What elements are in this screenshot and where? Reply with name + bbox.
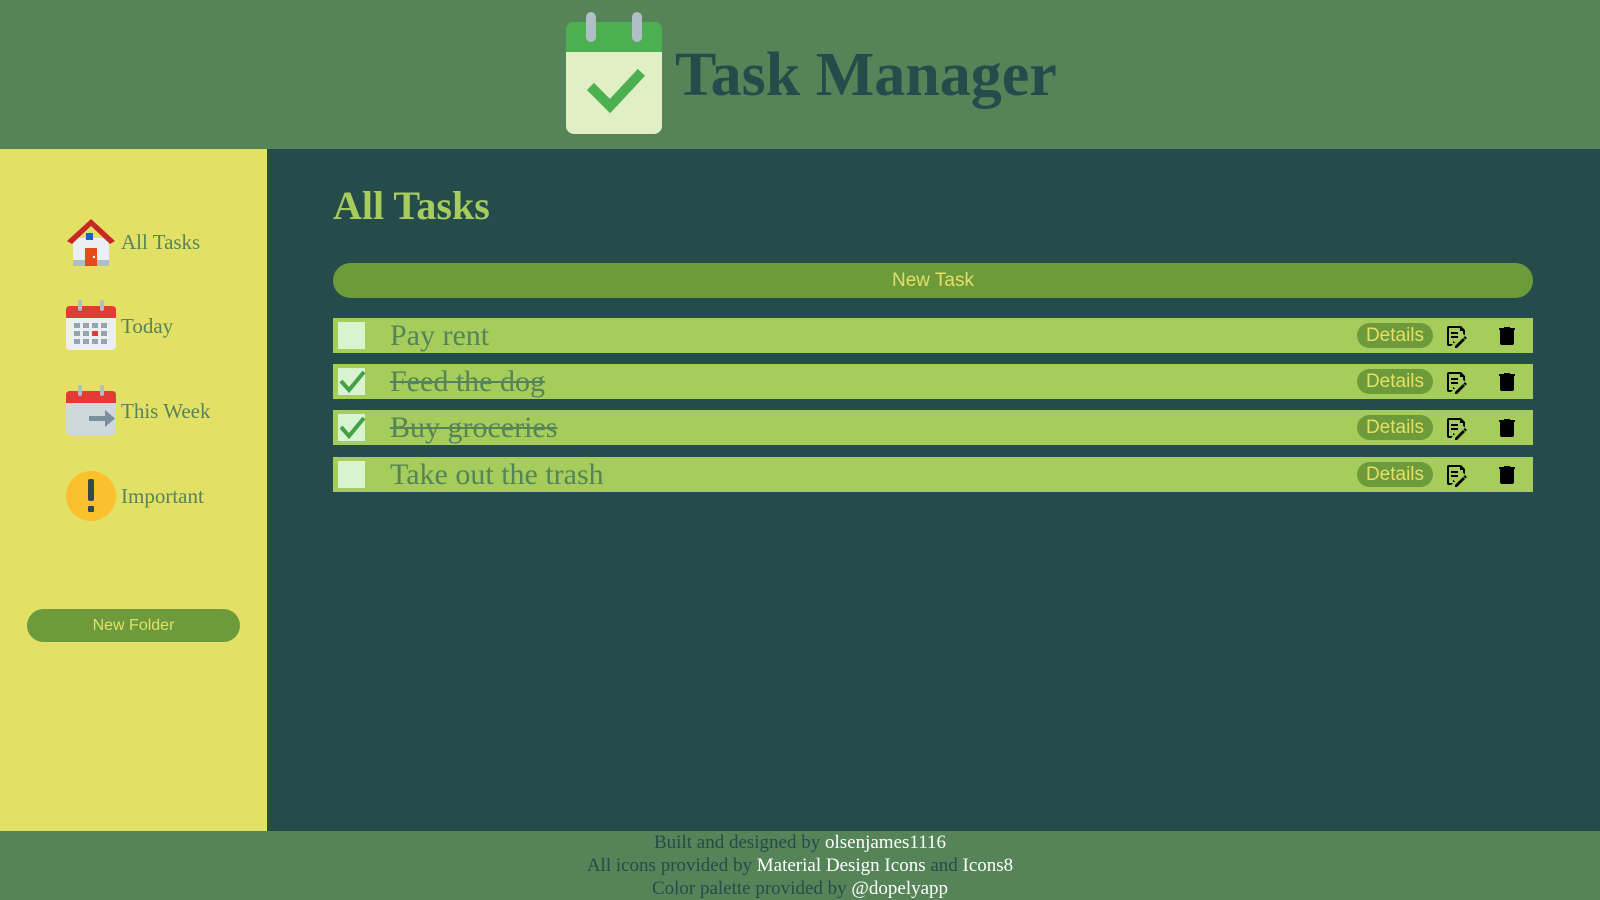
check-icon: [339, 370, 366, 394]
app-header: Task Manager: [0, 0, 1600, 149]
footer-text: Built and designed by: [654, 832, 825, 853]
task-title: Take out the trash: [390, 458, 604, 491]
sidebar-item-today[interactable]: Today: [65, 300, 173, 352]
edit-icon[interactable]: [1445, 370, 1469, 394]
details-button[interactable]: Details: [1357, 323, 1433, 348]
task-title: Feed the dog: [390, 365, 545, 398]
check-icon: [339, 416, 366, 440]
task-row: Buy groceries Details: [333, 410, 1533, 445]
trash-icon[interactable]: [1495, 370, 1519, 394]
footer-text: All icons provided by: [586, 855, 757, 876]
main-content: All Tasks New Task Pay rent Details Feed…: [267, 149, 1600, 831]
sidebar-item-label: Today: [121, 313, 174, 338]
page-title: All Tasks: [333, 183, 490, 228]
calendar-arrow-icon: [66, 385, 116, 435]
trash-icon[interactable]: [1495, 324, 1519, 348]
trash-icon[interactable]: [1495, 416, 1519, 440]
sidebar-item-important[interactable]: Important: [65, 470, 204, 522]
dopelyapp-link[interactable]: @dopelyapp: [851, 878, 948, 899]
material-design-icons-link[interactable]: Material Design Icons: [757, 855, 926, 876]
task-row: Feed the dog Details: [333, 364, 1533, 399]
icons8-link[interactable]: Icons8: [963, 855, 1014, 876]
task-checkbox[interactable]: [338, 461, 365, 488]
task-title: Buy groceries: [390, 411, 558, 444]
exclamation-icon: [66, 471, 116, 521]
sidebar-item-label: This Week: [121, 398, 211, 423]
calendar-icon: [66, 300, 116, 350]
details-button[interactable]: Details: [1357, 462, 1433, 487]
footer-palette-line: Color palette provided by @dopelyapp: [0, 877, 1600, 900]
details-button[interactable]: Details: [1357, 415, 1433, 440]
house-icon: [67, 219, 115, 266]
footer: Built and designed by olsenjames1116 All…: [0, 831, 1600, 900]
sidebar-item-all-tasks[interactable]: All Tasks: [65, 216, 200, 268]
task-checkbox[interactable]: [338, 368, 366, 395]
task-checkbox[interactable]: [338, 322, 365, 349]
task-title: Pay rent: [390, 319, 490, 352]
sidebar-item-label: Important: [121, 483, 204, 508]
sidebar: All Tasks Today This Week Important New …: [0, 149, 267, 831]
footer-text: and: [925, 855, 963, 876]
task-row: Pay rent Details: [333, 318, 1533, 353]
edit-icon[interactable]: [1445, 416, 1469, 440]
new-task-button[interactable]: New Task: [333, 263, 1533, 298]
edit-icon[interactable]: [1445, 463, 1469, 487]
footer-icons-line: All icons provided by Material Design Ic…: [0, 854, 1600, 877]
new-folder-button[interactable]: New Folder: [27, 609, 240, 642]
footer-credits-line: Built and designed by olsenjames1116: [0, 831, 1600, 854]
trash-icon[interactable]: [1495, 463, 1519, 487]
calendar-check-icon: [566, 12, 662, 134]
footer-text: Color palette provided by: [651, 878, 852, 899]
app-title: Task Manager: [675, 41, 1057, 109]
edit-icon[interactable]: [1445, 324, 1469, 348]
task-row: Take out the trash Details: [333, 457, 1533, 492]
task-checkbox[interactable]: [338, 414, 366, 441]
details-button[interactable]: Details: [1357, 369, 1433, 394]
sidebar-item-label: All Tasks: [121, 229, 201, 254]
author-link[interactable]: olsenjames1116: [825, 832, 946, 853]
sidebar-item-this-week[interactable]: This Week: [65, 385, 211, 437]
